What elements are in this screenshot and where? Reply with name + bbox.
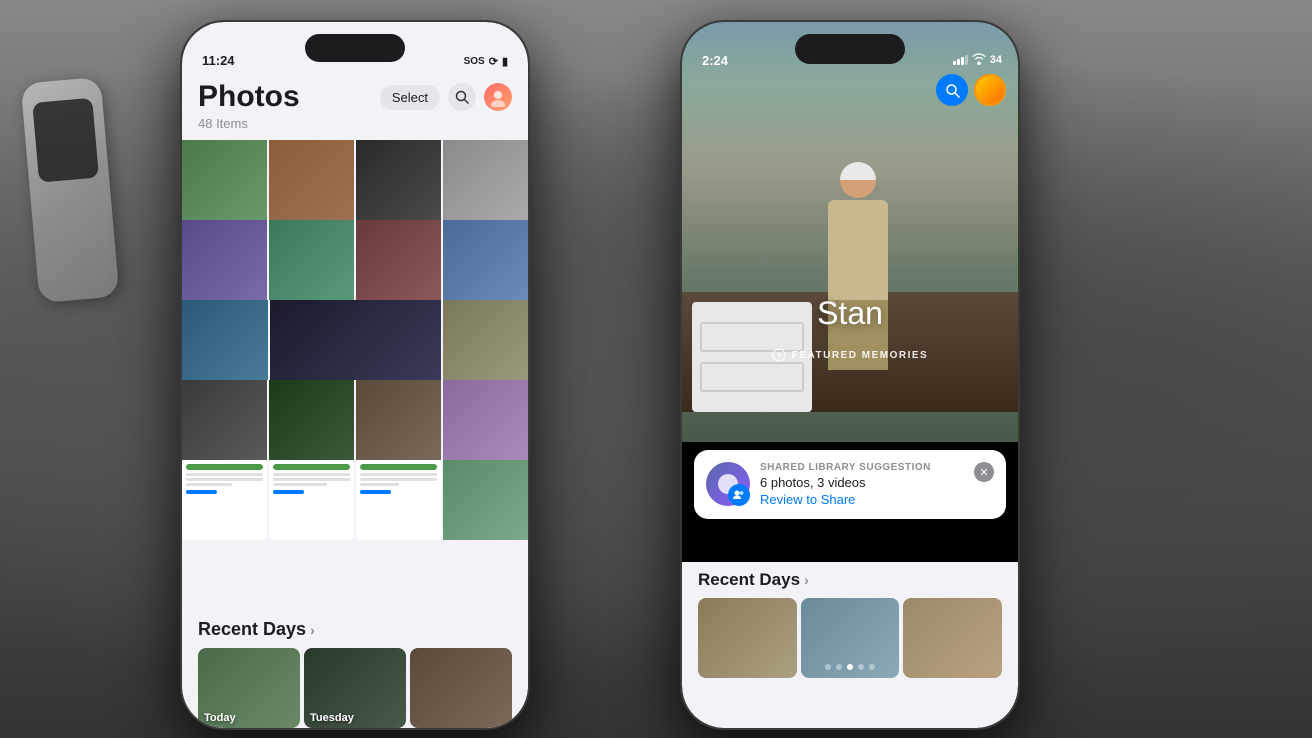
recent-days-header-left[interactable]: Recent Days › [198,619,512,640]
recent-days-thumbnails-left: Today Tuesday [198,648,512,728]
wifi-icon-right [972,51,986,68]
signal-bar-4 [965,55,968,65]
signal-bar-2 [957,59,960,65]
left-phone-screen: 11:24 SOS ⟳ ▮ Photos Select [182,22,528,728]
photos-actions: Select [380,83,512,111]
featured-memories-text: FEATURED MEMORIES [792,350,928,361]
signal-strength [953,55,968,65]
memories-icon [772,348,786,362]
right-phone: 2:24 34 [680,20,1020,730]
avatar-icon [488,87,508,107]
recent-days-label-left: Recent Days [198,619,306,640]
battery-level: 34 [990,54,1002,66]
day-label-1: Today [204,712,236,724]
right-phone-top-icons [936,74,1006,106]
stan-name: Stan [682,295,1018,332]
left-phone: 11:24 SOS ⟳ ▮ Photos Select [180,20,530,730]
grid-cell[interactable] [269,140,354,220]
status-time-right: 2:24 [702,53,728,68]
status-time-left: 11:24 [202,53,235,68]
day-thumb-2[interactable]: Tuesday [304,648,406,728]
wifi-icon-left: ⟳ [489,55,498,68]
recent-days-chevron-left: › [310,622,315,638]
review-to-share-link[interactable]: Review to Share [760,492,964,507]
right-bottom-section: Recent Days › [682,562,1018,728]
grid-row-2 [182,220,528,300]
photos-title-row: Photos Select [198,80,512,114]
dynamic-island-left [305,34,405,62]
grid-row-4 [182,380,528,460]
grid-cell[interactable] [443,140,528,220]
grid-cell[interactable] [443,300,529,380]
recent-days-section-left: Recent Days › Today Tuesday [182,611,528,728]
photos-subtitle: 48 Items [198,116,512,131]
featured-memories-badge: FEATURED MEMORIES [682,348,1018,362]
people-icon [733,489,745,501]
search-button[interactable] [448,83,476,111]
grid-cell[interactable] [182,300,268,380]
grid-cell[interactable] [443,220,528,300]
carousel-dots [682,664,1018,670]
dot-3 [847,664,853,670]
photos-header: Photos Select [182,72,528,135]
search-button-right[interactable] [936,74,968,106]
grid-cell[interactable] [182,220,267,300]
photos-title: Photos [198,80,300,114]
shared-icon [728,484,750,506]
grid-cell[interactable] [269,220,354,300]
suggestion-header: SHARED LIBRARY SUGGESTION 6 photos, 3 vi… [706,462,994,507]
grid-cell[interactable] [443,460,528,540]
grid-cell[interactable] [269,460,354,540]
dot-2 [836,664,842,670]
grid-cell[interactable] [269,380,354,460]
grid-cell[interactable] [443,380,528,460]
day-thumb-1[interactable]: Today [198,648,300,728]
status-indicators-right: 34 [953,51,1002,68]
signal-bar-1 [953,61,956,65]
dynamic-island-right [795,34,905,64]
status-indicators-left: SOS ⟳ ▮ [464,55,508,68]
right-phone-screen: 2:24 34 [682,22,1018,728]
recent-days-chevron-right: › [804,572,809,588]
suggestion-description: 6 photos, 3 videos [760,475,964,490]
grid-row-3 [182,300,528,380]
sos-indicator: SOS [464,56,485,67]
grid-cell[interactable] [270,300,441,380]
grid-cell[interactable] [182,460,267,540]
suggestion-avatar-wrap [706,462,750,506]
dot-1 [825,664,831,670]
dot-4 [858,664,864,670]
grid-row-5 [182,460,528,540]
grid-row-1 [182,140,528,220]
suggestion-content: SHARED LIBRARY SUGGESTION 6 photos, 3 vi… [760,462,964,507]
photo-grid: Recent Days › Today Tuesday [182,140,528,728]
profile-avatar-right[interactable] [974,74,1006,106]
grid-cell[interactable] [356,220,441,300]
grid-cell[interactable] [356,460,441,540]
day-thumb-3[interactable] [410,648,512,728]
close-suggestion-button[interactable]: ✕ [974,462,994,482]
battery-icon-left: ▮ [502,55,508,68]
search-icon-right [945,83,960,98]
grid-cell[interactable] [356,380,441,460]
recent-days-header-right[interactable]: Recent Days › [698,570,1002,590]
profile-avatar[interactable] [484,83,512,111]
day-label-2: Tuesday [310,712,354,724]
search-icon [455,90,469,104]
signal-bar-3 [961,57,964,65]
man-silhouette [818,162,898,362]
cabinet-door-2 [700,362,804,392]
grid-cell[interactable] [182,140,267,220]
suggestion-label: SHARED LIBRARY SUGGESTION [760,462,964,473]
select-button[interactable]: Select [380,85,440,110]
dot-5 [869,664,875,670]
suggestion-card: SHARED LIBRARY SUGGESTION 6 photos, 3 vi… [694,450,1006,519]
grid-cell[interactable] [356,140,441,220]
grid-cell[interactable] [182,380,267,460]
recent-days-label-right: Recent Days [698,570,800,590]
